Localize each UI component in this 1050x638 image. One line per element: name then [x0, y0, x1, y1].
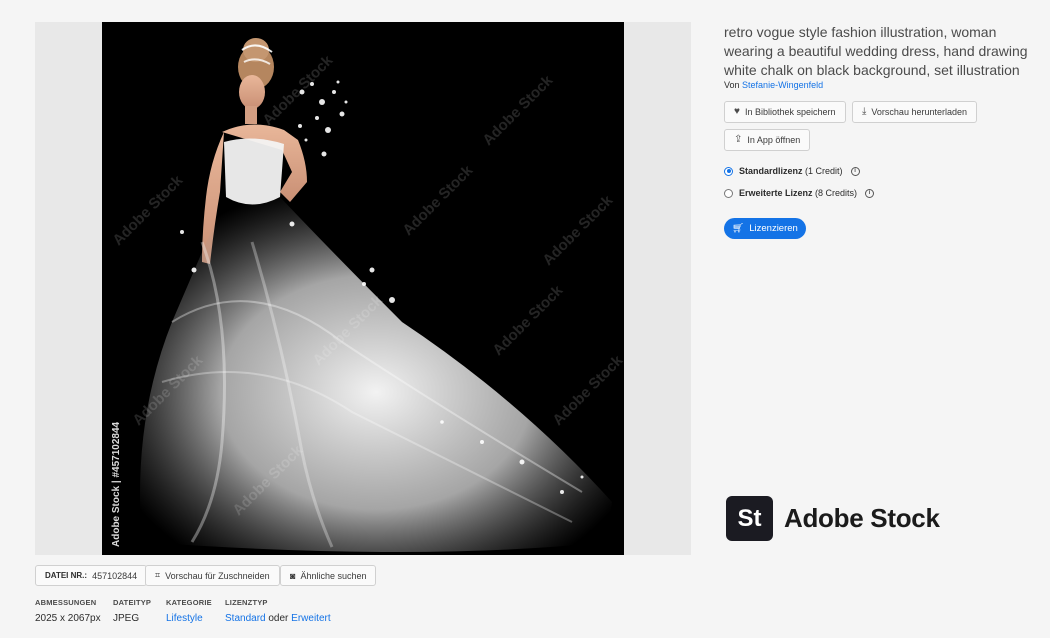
category-label: KATEGORIE: [166, 598, 212, 607]
by-prefix: Von: [724, 80, 740, 90]
side-watermark: Adobe Stock | #457102844: [111, 421, 122, 547]
wedding-dress-illustration: [102, 22, 624, 555]
meta-filetype: DATEITYP JPEG: [113, 598, 151, 624]
license-or-text: oder: [268, 613, 289, 624]
standard-license-credits: (1 Credit): [805, 166, 843, 176]
heart-icon: ♥: [734, 106, 740, 117]
license-button[interactable]: 🛒︎ Lizenzieren: [724, 218, 806, 239]
cart-icon: 🛒︎: [732, 223, 745, 234]
camera-icon: ◙: [290, 570, 296, 581]
meta-category: KATEGORIE Lifestyle: [166, 598, 212, 624]
download-preview-label: Vorschau herunterladen: [871, 107, 967, 117]
download-preview-button[interactable]: ⤓ Vorschau herunterladen: [852, 101, 977, 123]
license-standard-link[interactable]: Standard: [225, 613, 266, 624]
category-link[interactable]: Lifestyle: [166, 613, 203, 624]
license-option-standard[interactable]: Standardlizenz (1 Credit) i: [724, 166, 860, 176]
extended-radio[interactable]: [724, 188, 733, 198]
adobe-stock-logo: St Adobe Stock: [726, 496, 940, 541]
license-extended-link[interactable]: Erweitert: [291, 613, 330, 624]
file-number-value: 457102844: [92, 570, 138, 581]
author-byline: Von Stefanie-Wingenfeld: [724, 80, 823, 90]
open-app-label: In App öffnen: [747, 135, 801, 145]
download-icon: ⤓: [862, 106, 867, 117]
find-similar-label: Ähnliche suchen: [300, 570, 367, 581]
logo-text: Adobe Stock: [784, 503, 940, 533]
logo-mark: St: [726, 496, 773, 541]
filetype-label: DATEITYP: [113, 598, 152, 607]
preview-image[interactable]: Adobe Stock Adobe Stock Adobe Stock Adob…: [102, 22, 624, 555]
license-button-label: Lizenzieren: [749, 223, 798, 234]
open-app-button[interactable]: ⇪ In App öffnen: [724, 129, 811, 151]
find-similar-button[interactable]: ◙ Ähnliche suchen: [280, 565, 377, 586]
crop-preview-button[interactable]: ⌗ Vorschau für Zuschneiden: [145, 565, 280, 586]
save-library-label: In Bibliothek speichern: [744, 107, 836, 117]
share-icon: ⇪: [734, 134, 743, 145]
asset-title: retro vogue style fashion illustration, …: [724, 24, 1028, 78]
crop-preview-label: Vorschau für Zuschneiden: [165, 570, 270, 581]
crop-icon: ⌗: [155, 570, 161, 580]
extended-license-text: Erweiterte Lizenz (8 Credits): [739, 188, 857, 198]
filetype-value: JPEG: [113, 613, 140, 624]
preview-frame: Adobe Stock Adobe Stock Adobe Stock Adob…: [35, 22, 691, 555]
author-link[interactable]: Stefanie-Wingenfeld: [742, 80, 823, 90]
licensetype-label: LIZENZTYP: [225, 598, 268, 607]
standard-license-label: Standardlizenz: [739, 166, 803, 176]
info-icon[interactable]: i: [865, 188, 875, 198]
file-number-chip: DATEI NR.: 457102844: [35, 565, 148, 586]
standard-license-text: Standardlizenz (1 Credit): [739, 166, 843, 176]
info-icon[interactable]: i: [850, 166, 860, 176]
dimensions-value: 2025 x 2067px: [35, 613, 101, 624]
file-number-label: DATEI NR.:: [45, 571, 88, 580]
extended-license-credits: (8 Credits): [815, 188, 858, 198]
dimensions-label: ABMESSUNGEN: [35, 598, 97, 607]
license-option-extended[interactable]: Erweiterte Lizenz (8 Credits) i: [724, 188, 875, 198]
meta-dimensions: ABMESSUNGEN 2025 x 2067px: [35, 598, 101, 624]
extended-license-label: Erweiterte Lizenz: [739, 188, 813, 198]
standard-radio[interactable]: [724, 166, 733, 176]
save-library-button[interactable]: ♥ In Bibliothek speichern: [724, 101, 846, 123]
meta-licensetype: LIZENZTYP Standard oder Erweitert: [225, 598, 331, 624]
